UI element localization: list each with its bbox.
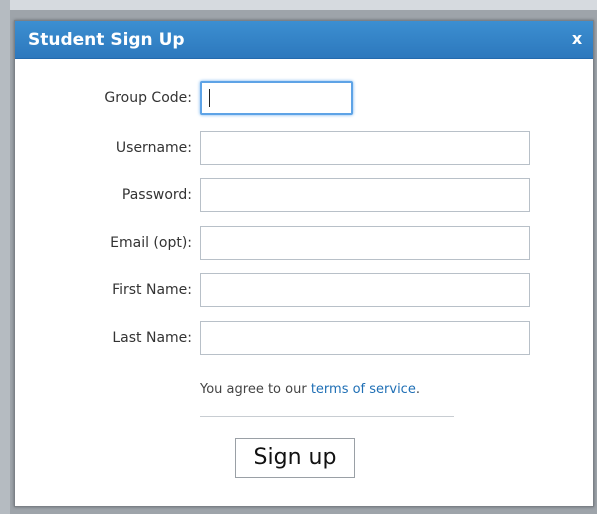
dialog-titlebar: Student Sign Up x (15, 21, 593, 59)
password-label: Password: (121, 187, 192, 203)
terms-of-service-link[interactable]: terms of service (311, 382, 416, 397)
agreement-suffix: . (415, 382, 420, 397)
first-name-label: First Name: (112, 282, 192, 298)
last-name-label: Last Name: (112, 330, 192, 346)
dialog-title: Student Sign Up (28, 30, 185, 50)
email-row: Email (opt): (15, 226, 593, 260)
first-name-input[interactable] (200, 273, 530, 307)
username-label: Username: (115, 140, 192, 156)
terms-agreement: You agree to our terms of service. (200, 381, 420, 399)
last-name-input[interactable] (200, 321, 530, 355)
email-input[interactable] (200, 226, 530, 260)
student-signup-dialog: Student Sign Up x Group Code: Username: … (14, 20, 594, 507)
group-code-label: Group Code: (104, 90, 192, 106)
page-backdrop-left (0, 0, 10, 514)
page-backdrop-top (0, 0, 597, 10)
form-divider (200, 416, 454, 417)
username-input[interactable] (200, 131, 530, 165)
group-code-row: Group Code: (15, 81, 593, 115)
sign-up-button[interactable]: Sign up (235, 438, 355, 478)
password-row: Password: (15, 178, 593, 212)
email-label: Email (opt): (110, 235, 192, 251)
group-code-input[interactable] (200, 81, 353, 115)
first-name-row: First Name: (15, 273, 593, 307)
text-caret (209, 89, 210, 107)
close-icon[interactable]: x (570, 29, 584, 49)
agreement-prefix: You agree to our (200, 382, 311, 397)
password-input[interactable] (200, 178, 530, 212)
username-row: Username: (15, 131, 593, 165)
last-name-row: Last Name: (15, 321, 593, 355)
